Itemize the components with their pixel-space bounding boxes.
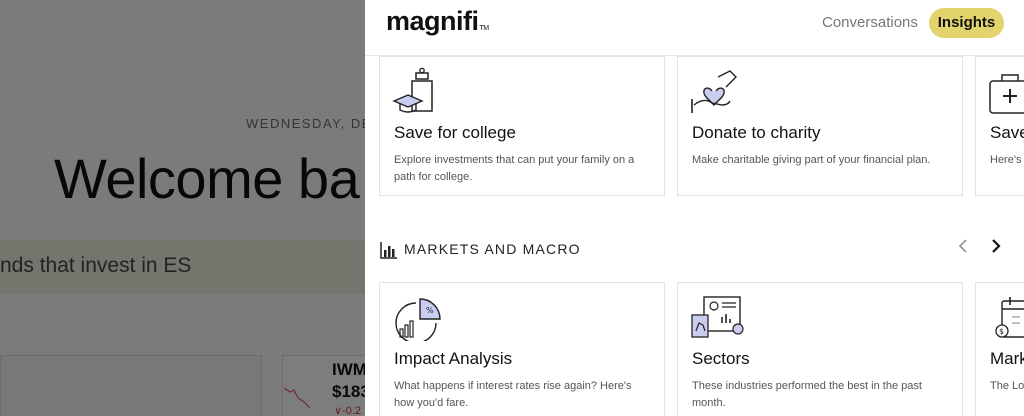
heart-hand-icon bbox=[691, 70, 737, 113]
card-description: These industries performed the best in t… bbox=[692, 380, 922, 409]
section-title: MARKETS AND MACRO bbox=[404, 241, 581, 257]
magnifi-logo[interactable]: magnifiTM bbox=[386, 6, 489, 37]
drawer-header: magnifiTM Conversations Insights bbox=[365, 0, 1024, 56]
calendar-icon: $ bbox=[995, 297, 1024, 338]
tab-insights[interactable]: Insights bbox=[929, 8, 1004, 38]
graduation-jar-icon bbox=[392, 67, 433, 113]
card-description: Here's a rainy bbox=[990, 154, 1024, 166]
card-title: Save bbox=[990, 123, 1024, 142]
svg-text:$: $ bbox=[999, 327, 1004, 336]
card-description: Make charitable giving part of your fina… bbox=[692, 154, 931, 166]
chevron-right-icon bbox=[992, 239, 1001, 253]
carousel-prev-button[interactable] bbox=[951, 234, 975, 258]
card-save-for-college[interactable]: Save for college Explore investments tha… bbox=[379, 56, 665, 196]
card-title: Mark bbox=[990, 349, 1024, 368]
chevron-left-icon bbox=[958, 239, 967, 253]
card-markets-partial[interactable]: $ Mark The Lo watchli bbox=[975, 282, 1024, 416]
pie-chart-icon: % bbox=[395, 298, 441, 341]
card-title: Impact Analysis bbox=[394, 349, 513, 368]
sectors-dashboard-icon bbox=[691, 296, 744, 338]
carousel-next-button[interactable] bbox=[984, 234, 1008, 258]
card-sectors[interactable]: Sectors These industries performed the b… bbox=[677, 282, 963, 416]
medical-kit-icon bbox=[989, 74, 1024, 114]
tab-conversations[interactable]: Conversations bbox=[822, 14, 918, 31]
card-title: Donate to charity bbox=[692, 123, 821, 142]
card-title: Sectors bbox=[692, 349, 750, 368]
bar-chart-icon bbox=[380, 242, 397, 259]
card-description: What happens if interest rates rise agai… bbox=[394, 380, 632, 409]
card-description: The Lo watchli bbox=[990, 380, 1024, 392]
card-impact-analysis[interactable]: % Impact Analysis What happens if intere… bbox=[379, 282, 665, 416]
logo-text: magnifi bbox=[386, 6, 479, 36]
card-donate-to-charity[interactable]: Donate to charity Make charitable giving… bbox=[677, 56, 963, 196]
svg-text:%: % bbox=[426, 306, 434, 315]
insights-drawer: magnifiTM Conversations Insights Save fo… bbox=[365, 0, 1024, 416]
logo-trademark: TM bbox=[479, 25, 490, 32]
card-description: Explore investments that can put your fa… bbox=[394, 154, 635, 183]
card-save-partial[interactable]: Save Here's a rainy bbox=[975, 56, 1024, 196]
card-title: Save for college bbox=[394, 123, 516, 142]
